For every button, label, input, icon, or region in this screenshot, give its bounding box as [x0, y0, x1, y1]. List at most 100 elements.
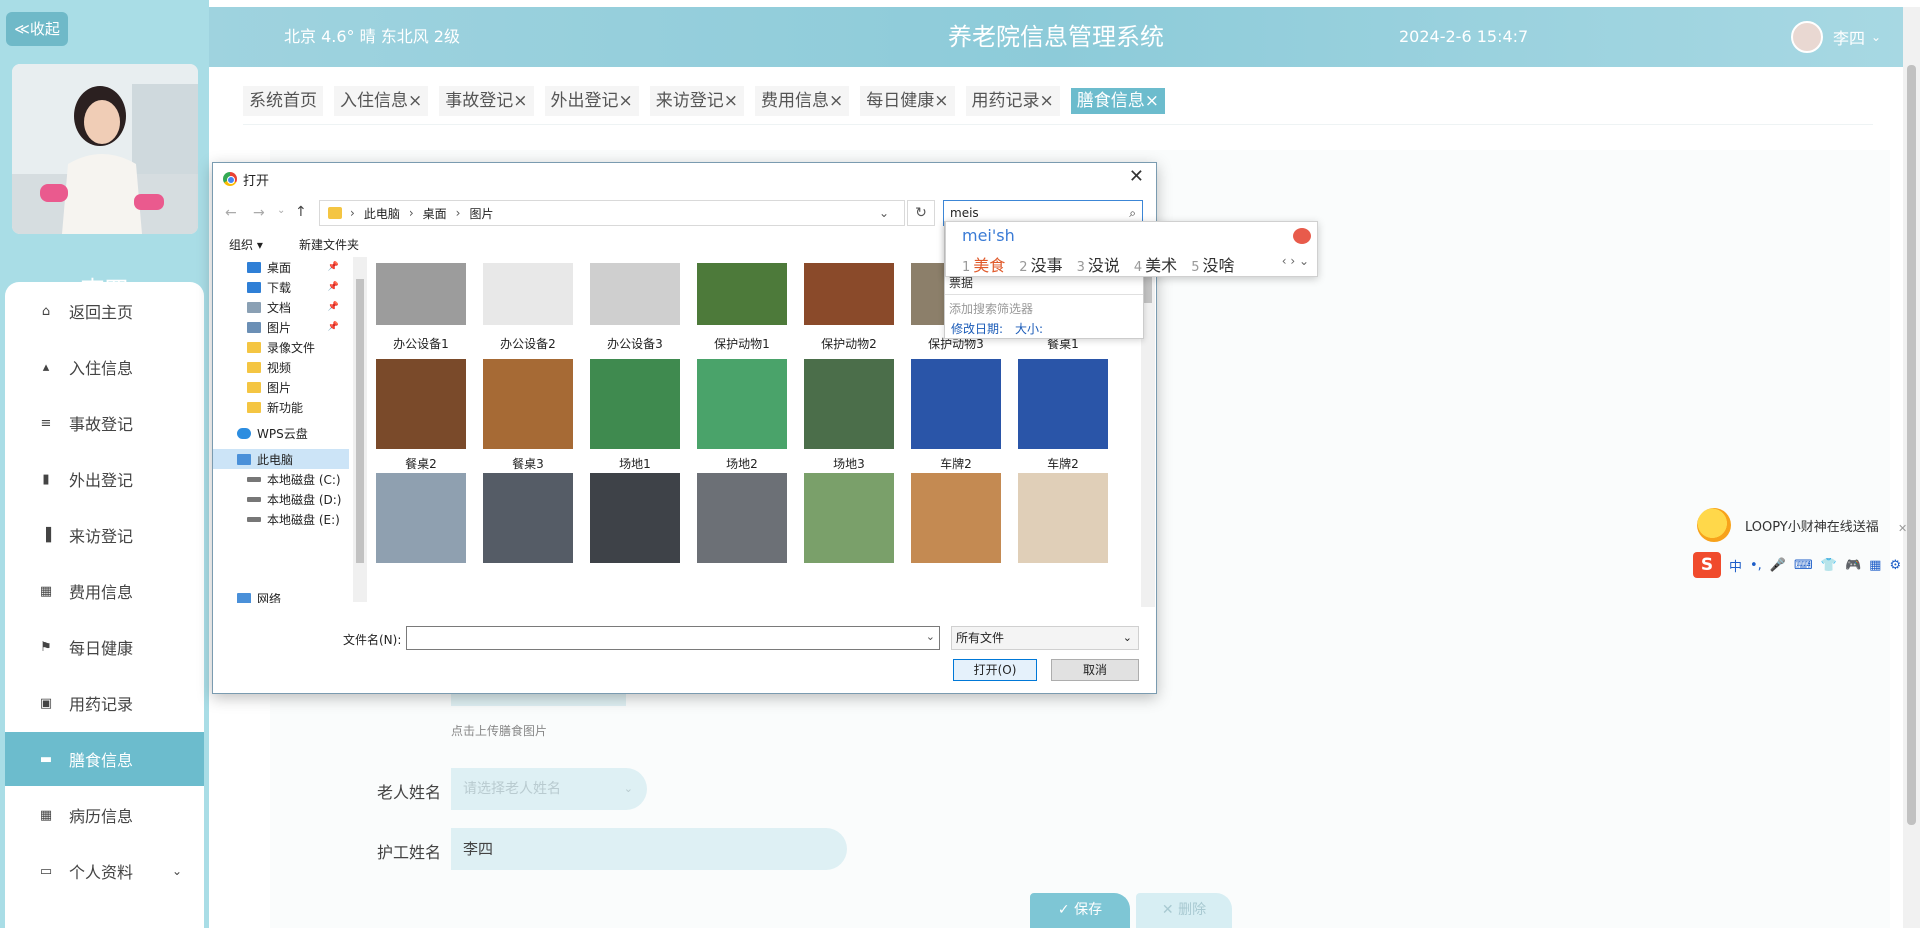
settings-icon[interactable]: ⚙	[1889, 558, 1901, 573]
size-filter[interactable]: 大小:	[1015, 320, 1043, 337]
promo-banner[interactable]: LOOPY小财神在线送福	[1697, 508, 1879, 542]
tab-medication[interactable]: 用药记录×	[965, 86, 1060, 116]
ime-candidate[interactable]: 1 美食	[962, 252, 1005, 276]
game-icon[interactable]: 🎮	[1845, 558, 1861, 573]
menu-item-medication[interactable]: ▣ 用药记录	[5, 676, 204, 730]
tab-accident[interactable]: 事故登记×	[439, 86, 534, 116]
file-item[interactable]	[801, 473, 897, 563]
tree-item-downloads[interactable]: 下载 📌	[213, 277, 349, 297]
chinese-mode-toggle[interactable]: 中	[1729, 556, 1742, 575]
modified-date-filter[interactable]: 修改日期:	[951, 320, 1003, 337]
tree-item-desktop[interactable]: 桌面 📌	[213, 257, 349, 277]
close-icon[interactable]: ✕	[1898, 522, 1907, 535]
breadcrumb-item[interactable]: 桌面	[423, 205, 447, 222]
back-arrow-icon[interactable]: ←	[225, 205, 237, 221]
file-item[interactable]: 办公设备3	[587, 263, 683, 352]
menu-item-home[interactable]: ⌂ 返回主页	[5, 284, 204, 338]
tab-health[interactable]: 每日健康×	[860, 86, 955, 116]
cancel-button[interactable]: 取消	[1051, 659, 1139, 681]
tree-item-drive[interactable]: 本地磁盘 (D:)	[213, 489, 349, 509]
file-item[interactable]: 场地3	[801, 359, 897, 472]
menu-item-health[interactable]: ⚑ 每日健康	[5, 620, 204, 674]
file-item[interactable]: 场地2	[694, 359, 790, 472]
menu-item-accident[interactable]: ≡ 事故登记	[5, 396, 204, 450]
tab-outing[interactable]: 外出登记×	[544, 86, 639, 116]
delete-button[interactable]: ✕ 删除	[1136, 893, 1232, 928]
file-item[interactable]: 车牌2	[1015, 359, 1111, 472]
file-item[interactable]	[908, 473, 1004, 563]
file-item[interactable]: 办公设备2	[480, 263, 576, 352]
tree-item-drive[interactable]: 本地磁盘 (E:)	[213, 509, 349, 529]
ime-page-nav[interactable]: ‹ › ⌄	[1282, 254, 1309, 268]
tree-item-folder[interactable]: 图片	[213, 377, 349, 397]
page-scrollbar[interactable]	[1903, 7, 1920, 928]
tab-fees[interactable]: 费用信息×	[755, 86, 850, 116]
filename-input[interactable]: ⌄	[406, 626, 940, 650]
file-type-select[interactable]: 所有文件 ⌄	[951, 626, 1139, 650]
file-item[interactable]	[694, 473, 790, 563]
tree-item-wps[interactable]: WPS云盘	[213, 423, 349, 443]
ime-candidate[interactable]: 3 没说	[1077, 252, 1120, 276]
file-item[interactable]	[480, 473, 576, 563]
address-bar[interactable]: › 此电脑 › 桌面 › 图片 ⌄	[319, 200, 905, 226]
file-item[interactable]: 保护动物2	[801, 263, 897, 352]
menu-item-checkin[interactable]: ▴ 入住信息	[5, 340, 204, 394]
menu-item-records[interactable]: ▦ 病历信息	[5, 788, 204, 842]
sogou-logo-icon[interactable]: S	[1693, 552, 1721, 578]
menu-item-profile[interactable]: ▭ 个人资料 ⌄	[5, 844, 204, 898]
file-item[interactable]: 餐桌3	[480, 359, 576, 472]
forward-arrow-icon[interactable]: →	[253, 205, 265, 221]
ime-candidate[interactable]: 2 没事	[1019, 252, 1062, 276]
history-dropdown-icon[interactable]: ⌄	[277, 205, 285, 216]
breadcrumb-item[interactable]: 此电脑	[364, 205, 400, 222]
open-button[interactable]: 打开(O)	[953, 659, 1037, 681]
skin-icon[interactable]: 👕	[1821, 558, 1837, 573]
ime-candidate[interactable]: 4 美术	[1134, 252, 1177, 276]
tree-item-pictures[interactable]: 图片 📌	[213, 317, 349, 337]
tree-item-folder[interactable]: 录像文件	[213, 337, 349, 357]
tree-item-network[interactable]: 网络	[213, 593, 349, 603]
tree-item-drive[interactable]: 本地磁盘 (C:)	[213, 469, 349, 489]
organize-button[interactable]: 组织 ▾	[229, 236, 263, 253]
keyboard-icon[interactable]: ⌨	[1794, 558, 1813, 573]
tree-item-this-pc[interactable]: 此电脑	[213, 449, 349, 469]
file-item[interactable]: 车牌2	[908, 359, 1004, 472]
tab-home[interactable]: 系统首页	[243, 86, 323, 116]
tree-item-folder[interactable]: 新功能	[213, 397, 349, 417]
menu-item-fees[interactable]: ▦ 费用信息	[5, 564, 204, 618]
menu-item-visitor[interactable]: ▐ 来访登记	[5, 508, 204, 562]
file-item[interactable]: 办公设备1	[373, 263, 469, 352]
save-button[interactable]: ✓ 保存	[1030, 893, 1130, 928]
file-item[interactable]: 餐桌2	[373, 359, 469, 472]
breadcrumb-item[interactable]: 图片	[469, 205, 493, 222]
file-item[interactable]	[587, 473, 683, 563]
refresh-icon[interactable]: ↻	[907, 200, 935, 226]
tree-item-documents[interactable]: 文档 📌	[213, 297, 349, 317]
file-item[interactable]: 场地1	[587, 359, 683, 472]
elder-name-select[interactable]: 请选择老人姓名 ⌄	[451, 768, 647, 810]
user-menu[interactable]: 李四 ⌄	[1791, 19, 1881, 55]
chevron-down-icon[interactable]: ⌄	[926, 630, 935, 643]
ime-candidate[interactable]: 5 没啥	[1191, 252, 1234, 276]
file-item[interactable]	[1015, 473, 1111, 563]
collapse-button[interactable]: ≪收起	[6, 12, 68, 46]
menu-item-meals[interactable]: ▬ 膳食信息	[5, 732, 204, 786]
scrollbar-thumb[interactable]	[1144, 273, 1152, 303]
up-arrow-icon[interactable]: ↑	[295, 204, 307, 220]
tree-item-folder[interactable]: 视频	[213, 357, 349, 377]
tab-visitor[interactable]: 来访登记×	[649, 86, 744, 116]
tab-checkin[interactable]: 入住信息×	[334, 86, 429, 116]
scrollbar-thumb[interactable]	[1907, 65, 1916, 825]
punctuation-icon[interactable]: •,	[1750, 558, 1762, 573]
file-item[interactable]: 保护动物1	[694, 263, 790, 352]
toolbox-icon[interactable]: ▦	[1869, 558, 1881, 573]
close-icon[interactable]: ✕	[1129, 166, 1144, 187]
file-item[interactable]	[373, 473, 469, 563]
tab-meals[interactable]: 膳食信息×	[1070, 88, 1165, 114]
menu-item-outing[interactable]: ▮ 外出登记	[5, 452, 204, 506]
microphone-icon[interactable]: 🎤	[1770, 558, 1786, 573]
chevron-down-icon[interactable]: ⌄	[879, 206, 889, 220]
nurse-name-field[interactable]: 李四	[451, 828, 847, 870]
tree-scrollbar[interactable]	[353, 257, 367, 602]
new-folder-button[interactable]: 新建文件夹	[299, 236, 359, 253]
